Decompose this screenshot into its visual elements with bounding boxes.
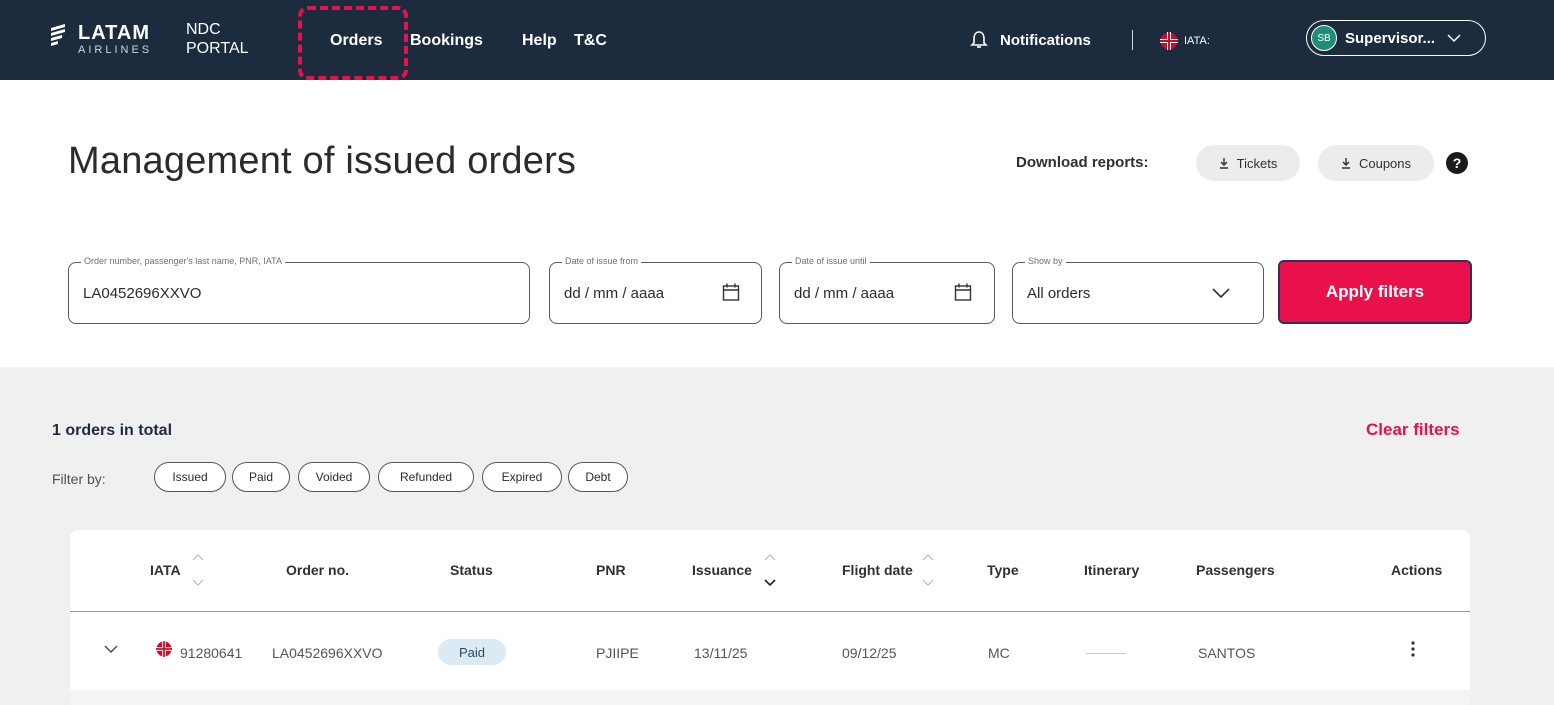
column-header-itinerary: Itinerary: [1084, 562, 1140, 578]
chip-issued[interactable]: Issued: [154, 462, 226, 492]
cell-issuance: 13/11/25: [694, 645, 748, 661]
column-header-iata[interactable]: IATA: [150, 562, 181, 578]
column-header-flight-date[interactable]: Flight date: [842, 562, 913, 578]
orders-total: 1 orders in total: [52, 422, 173, 439]
date-until-field[interactable]: Date of issue until dd / mm / aaaa: [779, 256, 995, 324]
notifications-button[interactable]: Notifications: [970, 30, 1091, 50]
uk-flag-icon: [156, 641, 172, 657]
avatar: SB: [1311, 25, 1337, 51]
cell-passengers: SANTOS: [1198, 645, 1256, 661]
nav-bookings[interactable]: Bookings: [410, 32, 483, 50]
download-coupons-button[interactable]: Coupons: [1318, 145, 1434, 181]
portal-line-2: PORTAL: [186, 40, 249, 57]
apply-filters-button[interactable]: Apply filters: [1278, 260, 1472, 324]
status-badge: Paid: [438, 639, 506, 665]
table-header-divider: [70, 611, 1470, 612]
column-header-actions: Actions: [1391, 562, 1443, 578]
column-header-type: Type: [987, 562, 1019, 578]
date-from-value: dd / mm / aaaa: [564, 285, 665, 302]
logo-subtitle: AIRLINES: [78, 43, 153, 56]
show-by-label: Show by: [1025, 256, 1066, 266]
date-from-field[interactable]: Date of issue from dd / mm / aaaa: [549, 256, 762, 324]
latam-logo-icon: [51, 24, 65, 46]
cell-pnr: PJIIPE: [596, 645, 639, 661]
download-tickets-button[interactable]: Tickets: [1196, 145, 1300, 181]
sort-icon[interactable]: [922, 552, 934, 588]
search-input[interactable]: Order number, passenger's last name, PNR…: [68, 256, 530, 324]
date-until-label: Date of issue until: [792, 256, 870, 266]
chip-expired[interactable]: Expired: [482, 462, 562, 492]
chevron-down-icon: [1212, 288, 1230, 299]
cell-flight-date: 09/12/25: [842, 645, 897, 661]
help-icon[interactable]: ?: [1446, 152, 1468, 174]
logo-brand: LATAM: [78, 21, 151, 44]
sort-icon[interactable]: [192, 552, 204, 588]
chip-debt[interactable]: Debt: [568, 462, 628, 492]
calendar-icon[interactable]: [722, 282, 740, 302]
search-input-value: LA0452696XXVO: [83, 285, 202, 302]
chip-refunded[interactable]: Refunded: [378, 462, 474, 492]
cell-itinerary-empty: [1086, 653, 1126, 654]
page-title: Management of issued orders: [68, 140, 577, 182]
table-row: [70, 690, 1470, 705]
cell-type: MC: [988, 645, 1010, 661]
download-icon: [1219, 158, 1228, 169]
date-until-value: dd / mm / aaaa: [794, 285, 895, 302]
user-menu[interactable]: SB Supervisor...: [1306, 20, 1486, 56]
search-input-label: Order number, passenger's last name, PNR…: [81, 256, 285, 266]
download-tickets-label: Tickets: [1236, 155, 1278, 171]
header-divider: [1132, 30, 1133, 50]
cell-iata: 91280641: [180, 645, 243, 661]
iata-selector[interactable]: IATA:: [1160, 32, 1210, 50]
bell-icon: [970, 31, 988, 48]
more-actions-icon[interactable]: [1410, 640, 1416, 658]
top-navigation-bar: LATAM AIRLINES NDC PORTAL Orders Booking…: [0, 0, 1554, 80]
uk-flag-icon: [1160, 32, 1178, 50]
user-name: Supervisor...: [1345, 29, 1436, 47]
chip-paid[interactable]: Paid: [232, 462, 290, 492]
iata-label: IATA:: [1184, 35, 1210, 47]
show-by-select[interactable]: Show by All orders: [1012, 256, 1264, 324]
nav-tandc[interactable]: T&C: [574, 32, 607, 50]
chevron-down-icon: [1447, 34, 1461, 43]
column-header-status: Status: [450, 562, 493, 578]
date-from-label: Date of issue from: [562, 256, 642, 266]
notifications-label: Notifications: [1000, 31, 1091, 49]
portal-line-1: NDC: [186, 21, 221, 38]
column-header-pnr: PNR: [596, 562, 626, 578]
chip-voided[interactable]: Voided: [298, 462, 370, 492]
sort-icon[interactable]: [764, 552, 776, 588]
download-icon: [1341, 158, 1350, 169]
column-header-order-no: Order no.: [286, 562, 350, 578]
latam-logo[interactable]: LATAM AIRLINES: [50, 22, 152, 56]
expand-row-chevron-icon[interactable]: [104, 644, 118, 654]
column-header-passengers: Passengers: [1196, 562, 1275, 578]
cell-order-no[interactable]: LA0452696XXVO: [272, 645, 383, 661]
clear-filters-link[interactable]: Clear filters: [1366, 420, 1460, 440]
show-by-value: All orders: [1027, 285, 1091, 302]
filter-by-label: Filter by:: [52, 471, 106, 487]
calendar-icon[interactable]: [954, 282, 972, 302]
highlight-orders-annotation: [298, 6, 408, 80]
download-reports-label: Download reports:: [1016, 154, 1149, 171]
download-coupons-label: Coupons: [1358, 155, 1412, 171]
column-header-issuance[interactable]: Issuance: [692, 562, 752, 578]
nav-help[interactable]: Help: [522, 32, 557, 50]
portal-label: NDC PORTAL: [186, 20, 249, 58]
